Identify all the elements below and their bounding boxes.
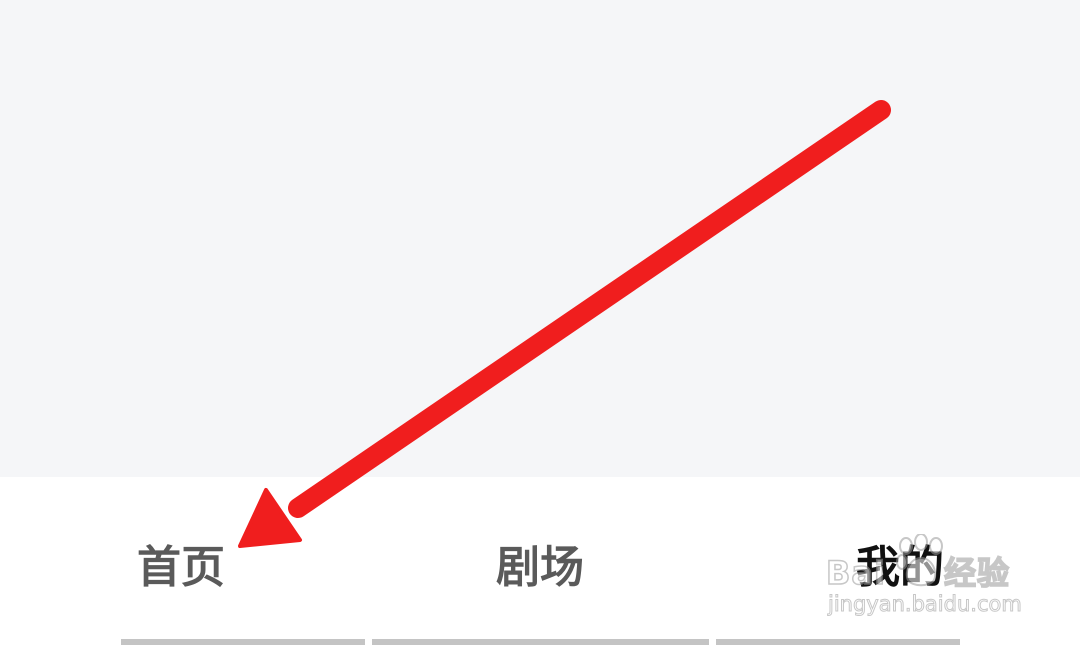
tab-home[interactable]: 首页 xyxy=(120,528,242,598)
content-area xyxy=(0,0,1080,477)
bottom-indicator-bar xyxy=(372,639,709,645)
tab-theater-label: 剧场 xyxy=(496,542,584,593)
bottom-indicator-bar xyxy=(716,639,960,645)
bottom-indicator-bar xyxy=(121,639,365,645)
tab-mine[interactable]: 我的 xyxy=(838,528,962,598)
app-screen: 首页 剧场 我的 Bai 经验 jingyan.baidu.com xyxy=(0,0,1080,645)
tab-theater[interactable]: 剧场 xyxy=(480,528,600,598)
tab-home-label: 首页 xyxy=(137,542,225,593)
tab-mine-label: 我的 xyxy=(856,542,944,593)
